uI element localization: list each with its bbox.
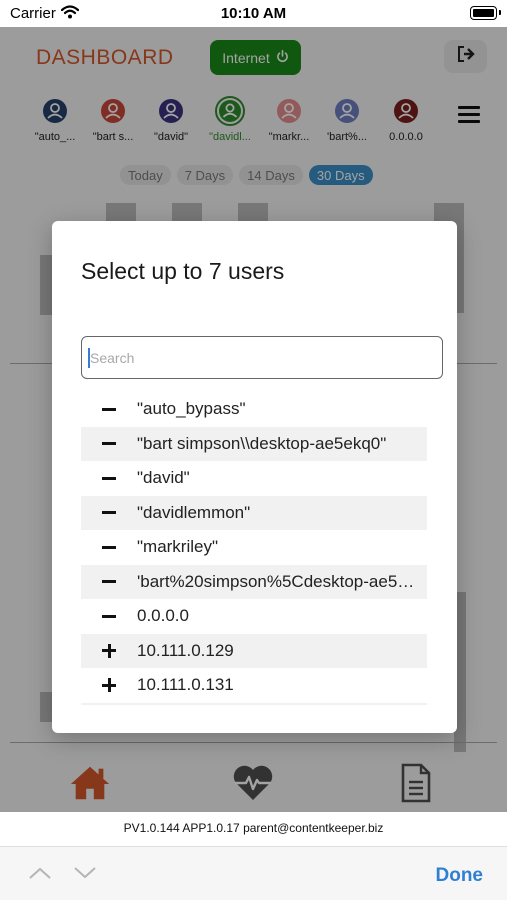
text-cursor [88,348,90,368]
status-time: 10:10 AM [220,5,287,22]
list-item-label: "markriley" [137,537,219,557]
minus-icon[interactable] [81,614,137,618]
select-users-dialog: Select up to 7 users "auto_bypass" "bart… [52,221,457,733]
list-item-label: 10.111.0.131 [137,675,234,695]
keyboard-toolbar: Done [0,846,507,900]
list-item[interactable]: 10.111.0.131 [81,668,427,703]
minus-icon[interactable] [81,407,137,411]
minus-icon[interactable] [81,580,137,584]
list-item[interactable]: 'bart%20simpson%5Cdesktop-ae5ekq0' [81,564,427,599]
minus-icon[interactable] [81,476,137,480]
list-item-label: "david" [137,468,190,488]
list-item-label: "bart simpson\\desktop-ae5ekq0" [137,433,387,453]
plus-icon[interactable] [81,643,137,658]
list-item-label: 0.0.0.0 [137,606,189,626]
minus-icon[interactable] [81,511,137,515]
chevron-down-icon[interactable] [73,861,97,885]
list-item[interactable]: "auto_bypass" [81,392,427,427]
user-list: "auto_bypass" "bart simpson\\desktop-ae5… [81,392,427,705]
list-item[interactable]: "bart simpson\\desktop-ae5ekq0" [81,426,427,461]
list-item[interactable]: "davidlemmon" [81,495,427,530]
dialog-title: Select up to 7 users [81,258,285,284]
plus-icon[interactable] [81,678,137,693]
list-item-label: 'bart%20simpson%5Cdesktop-ae5ekq0' [137,571,427,591]
list-item-label: 10.111.0.129 [137,640,234,660]
list-item[interactable]: 0.0.0.0 [81,599,427,634]
status-bar: Carrier 10:10 AM [0,0,507,27]
list-item[interactable]: 10.111.0.129 [81,633,427,668]
chevron-up-icon[interactable] [28,861,52,885]
minus-icon[interactable] [81,545,137,549]
search-input[interactable] [81,336,443,379]
minus-icon[interactable] [81,442,137,446]
version-footer: PV1.0.144 APP1.0.17 parent@contentkeeper… [0,812,507,846]
list-item-label: "auto_bypass" [137,399,246,419]
battery-icon [470,6,501,20]
list-item-label: "davidlemmon" [137,502,251,522]
list-item[interactable]: "markriley" [81,530,427,565]
list-item [81,702,427,705]
list-item[interactable]: "david" [81,461,427,496]
done-button[interactable]: Done [436,865,484,887]
